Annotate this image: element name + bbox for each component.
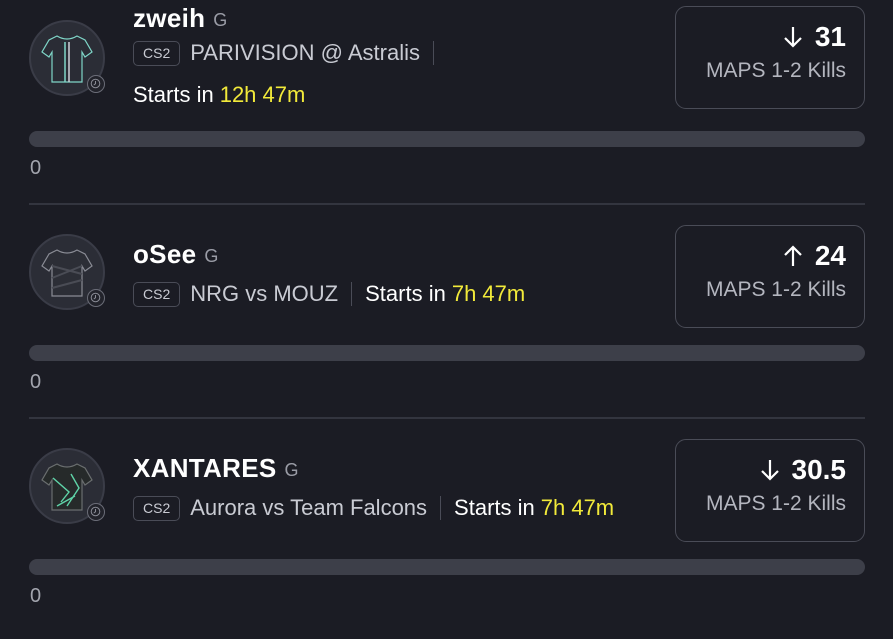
starts-time: 7h 47m [451, 281, 526, 306]
arrow-up-icon [784, 245, 802, 266]
separator [351, 282, 353, 306]
jersey-icon [41, 249, 93, 297]
matchup-label: Aurora vs Team Falcons [190, 495, 428, 520]
line-box[interactable]: 24 MAPS 1-2 Kills [675, 225, 865, 328]
position-label: G [213, 10, 228, 30]
player-name-text: oSee [133, 239, 197, 269]
player-name[interactable]: oSee G [133, 239, 219, 270]
divider [29, 203, 865, 205]
starts-time: 7h 47m [540, 495, 615, 520]
stat-label: MAPS 1-2 Kills [705, 492, 846, 515]
stat-label: MAPS 1-2 Kills [705, 278, 846, 301]
game-badge: CS2 [133, 281, 181, 307]
line-box[interactable]: 30.5 MAPS 1-2 Kills [675, 439, 865, 542]
clock-icon [87, 75, 105, 93]
position-label: G [204, 246, 219, 266]
matchup-label: NRG vs MOUZ [190, 281, 339, 306]
progress-bar [29, 131, 865, 147]
jersey-icon [41, 463, 93, 511]
arrow-down-icon [784, 27, 802, 48]
player-name[interactable]: XANTARES G [133, 453, 299, 484]
clock-icon [87, 289, 105, 307]
starts-time: 12h 47m [219, 82, 306, 107]
progress-bar [29, 559, 865, 575]
line-value: 24 [814, 240, 846, 271]
match-info: CS2 PARIVISION @ Astralis [133, 40, 447, 66]
separator [433, 41, 434, 65]
projection-card[interactable]: oSee G CS2 NRG vs MOUZ Starts in 7h 47m 24… [0, 211, 893, 425]
starts-label: Starts in [454, 495, 535, 520]
starts-label: Starts in [133, 82, 214, 107]
projection-card[interactable]: XANTARES G CS2 Aurora vs Team Falcons Sta… [0, 425, 893, 639]
game-badge: CS2 [133, 40, 181, 66]
player-name-text: XANTARES [133, 453, 277, 483]
line-box[interactable]: 31 MAPS 1-2 Kills [675, 6, 865, 109]
progress-bar [29, 345, 865, 361]
match-info: CS2 NRG vs MOUZ Starts in 7h 47m [133, 281, 525, 307]
stat-count: 0 [30, 157, 42, 179]
arrow-down-icon [760, 460, 779, 481]
line-value: 31 [814, 21, 846, 52]
starts-label: Starts in [365, 281, 446, 306]
game-badge: CS2 [133, 495, 181, 521]
clock-icon [87, 503, 105, 521]
stat-label: MAPS 1-2 Kills [705, 59, 846, 82]
jersey-icon [41, 35, 93, 83]
matchup-label: PARIVISION @ Astralis [190, 40, 420, 65]
stat-count: 0 [30, 585, 42, 607]
divider [29, 417, 865, 419]
player-name-text: zweih [133, 3, 206, 33]
stat-count: 0 [30, 371, 42, 393]
position-label: G [284, 460, 299, 480]
line-value: 30.5 [791, 454, 847, 485]
player-name[interactable]: zweih G [133, 3, 228, 34]
match-info: CS2 Aurora vs Team Falcons Starts in 7h 4… [133, 495, 614, 521]
projection-card[interactable]: zweih G CS2 PARIVISION @ Astralis Starts … [0, 0, 893, 211]
separator [440, 496, 442, 520]
start-info: Starts in 12h 47m [133, 82, 305, 108]
